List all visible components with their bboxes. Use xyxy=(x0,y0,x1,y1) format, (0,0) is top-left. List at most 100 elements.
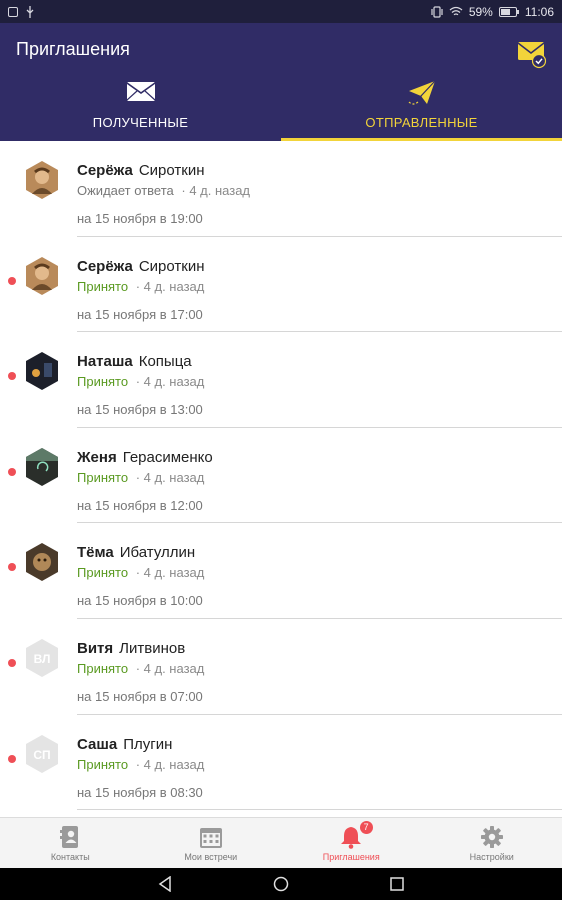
last-name: Ибатуллин xyxy=(119,544,196,562)
tab-received[interactable]: ПОЛУЧЕННЫЕ xyxy=(0,78,281,141)
time-ago: · 4 д. назад xyxy=(135,756,205,772)
first-name: Витя xyxy=(77,639,114,657)
battery-percent: 59% xyxy=(468,4,493,19)
contact-name: Саша Плугин xyxy=(77,736,172,753)
meeting-date: на 15 ноября в 13:00 xyxy=(77,402,203,418)
wifi-icon xyxy=(449,6,463,16)
last-name: Сироткин xyxy=(138,257,205,275)
envelope-icon xyxy=(126,82,155,101)
notification-icon xyxy=(8,6,18,17)
tab-received-label: ПОЛУЧЕННЫЕ xyxy=(92,115,189,130)
battery-icon xyxy=(498,6,519,17)
status-badge: Принято xyxy=(77,756,129,772)
last-name: Копыца xyxy=(138,353,192,371)
invitation-list[interactable]: Серёжа Сироткин Ожидает ответа · 4 д. наз… xyxy=(0,141,562,817)
unread-dot xyxy=(8,276,16,285)
avatar-initials: СП xyxy=(33,748,50,762)
nav-settings-label: Настройки xyxy=(469,852,514,862)
status-bar: 59% 11:06 xyxy=(0,0,562,23)
nav-meetings[interactable]: Мои встречи xyxy=(141,818,282,868)
status-line: Принято · 4 д. назад xyxy=(77,374,204,389)
status-line: Принято · 4 д. назад xyxy=(77,661,204,676)
meeting-date: на 15 ноября в 17:00 xyxy=(77,306,203,322)
avatar-initials: ВЛ xyxy=(34,652,51,666)
tab-sent-label: ОТПРАВЛЕННЫЕ xyxy=(365,115,478,130)
envelope-check-icon xyxy=(517,42,547,69)
avatar xyxy=(26,352,58,391)
avatar: ВЛ xyxy=(26,638,58,677)
usb-icon xyxy=(26,5,34,18)
nav-contacts[interactable]: Контакты xyxy=(0,818,141,868)
status-badge: Принято xyxy=(77,469,129,485)
invitation-item[interactable]: Женя Герасименко Принято · 4 д. назад на … xyxy=(0,428,562,524)
bell-icon xyxy=(341,827,362,849)
nav-invitations[interactable]: 7 Приглашения xyxy=(281,818,422,868)
status-badge: Принято xyxy=(77,278,129,294)
time-ago: · 4 д. назад xyxy=(135,469,205,485)
notification-badge: 7 xyxy=(359,821,373,834)
first-name: Женя xyxy=(77,448,117,466)
invitation-item[interactable]: ВЛ Витя Литвинов Принято · 4 д. назад на … xyxy=(0,619,562,715)
time-ago: · 4 д. назад xyxy=(181,183,251,198)
contact-name: Женя Герасименко xyxy=(77,449,213,466)
last-name: Литвинов xyxy=(119,639,186,657)
meeting-date: на 15 ноября в 12:00 xyxy=(77,497,203,513)
invitation-item[interactable]: Наташа Копыца Принято · 4 д. назад на 15 … xyxy=(0,332,562,428)
first-name: Саша xyxy=(77,735,118,753)
first-name: Серёжа xyxy=(77,162,133,179)
avatar: СП xyxy=(26,734,58,773)
meeting-date: на 15 ноября в 10:00 xyxy=(77,593,203,609)
system-nav-bar xyxy=(0,868,562,900)
avatar xyxy=(26,256,58,295)
paper-plane-icon xyxy=(408,80,435,105)
avatar xyxy=(26,161,58,199)
invitation-item[interactable]: Серёжа Сироткин Ожидает ответа · 4 д. наз… xyxy=(0,141,562,237)
time-ago: · 4 д. назад xyxy=(135,374,205,390)
status-line: Принято · 4 д. назад xyxy=(77,279,204,294)
status-badge: Принято xyxy=(77,660,129,676)
invitation-item[interactable]: Тёма Ибатуллин Принято · 4 д. назад на 15… xyxy=(0,523,562,619)
home-icon[interactable] xyxy=(273,876,289,892)
calendar-icon xyxy=(199,828,222,848)
status-line: Принято · 4 д. назад xyxy=(77,470,204,485)
last-name: Герасименко xyxy=(122,448,213,466)
last-name: Плугин xyxy=(123,735,173,753)
back-icon[interactable] xyxy=(157,876,173,892)
first-name: Серёжа xyxy=(77,257,133,275)
clock: 11:06 xyxy=(524,4,554,19)
nav-contacts-label: Контакты xyxy=(50,852,90,862)
time-ago: · 4 д. назад xyxy=(135,660,205,676)
unread-dot xyxy=(8,754,16,763)
vibrate-icon xyxy=(431,5,443,18)
status-badge: Ожидает ответа xyxy=(77,183,174,198)
time-ago: · 4 д. назад xyxy=(135,278,205,294)
bottom-nav: Контакты Мои встречи 7 Приглашения Настр… xyxy=(0,817,562,868)
invitation-item[interactable]: СП Саша Плугин Принято · 4 д. назад на 15… xyxy=(0,715,562,811)
invitation-item[interactable]: Серёжа Сироткин Принято · 4 д. назад на 1… xyxy=(0,237,562,333)
first-name: Наташа xyxy=(77,353,133,371)
contact-name: Тёма Ибатуллин xyxy=(77,544,195,561)
contact-name: Серёжа Сироткин xyxy=(77,162,205,179)
status-line: Принято · 4 д. назад xyxy=(77,565,204,580)
meeting-date: на 15 ноября в 19:00 xyxy=(77,211,203,226)
contact-name: Витя Литвинов xyxy=(77,640,185,657)
nav-meetings-label: Мои встречи xyxy=(184,852,238,862)
recents-icon[interactable] xyxy=(389,876,405,892)
avatar xyxy=(26,543,58,582)
status-badge: Принято xyxy=(77,565,129,581)
unread-dot xyxy=(8,563,16,572)
time-ago: · 4 д. назад xyxy=(135,565,205,581)
status-badge: Принято xyxy=(77,374,129,390)
nav-invitations-label: Приглашения xyxy=(322,852,380,862)
contacts-icon xyxy=(60,826,79,848)
mark-all-read-button[interactable] xyxy=(516,37,548,69)
contact-name: Наташа Копыца xyxy=(77,353,192,370)
tab-sent[interactable]: ОТПРАВЛЕННЫЕ xyxy=(281,78,562,141)
nav-settings[interactable]: Настройки xyxy=(422,818,562,868)
app-header: Приглашения ПОЛУЧЕННЫЕ ОТПРАВЛЕННЫЕ xyxy=(0,23,562,141)
avatar xyxy=(26,447,58,486)
meeting-date: на 15 ноября в 07:00 xyxy=(77,688,203,704)
contact-name: Серёжа Сироткин xyxy=(77,258,205,275)
unread-dot xyxy=(8,467,16,476)
status-line: Принято · 4 д. назад xyxy=(77,757,204,772)
